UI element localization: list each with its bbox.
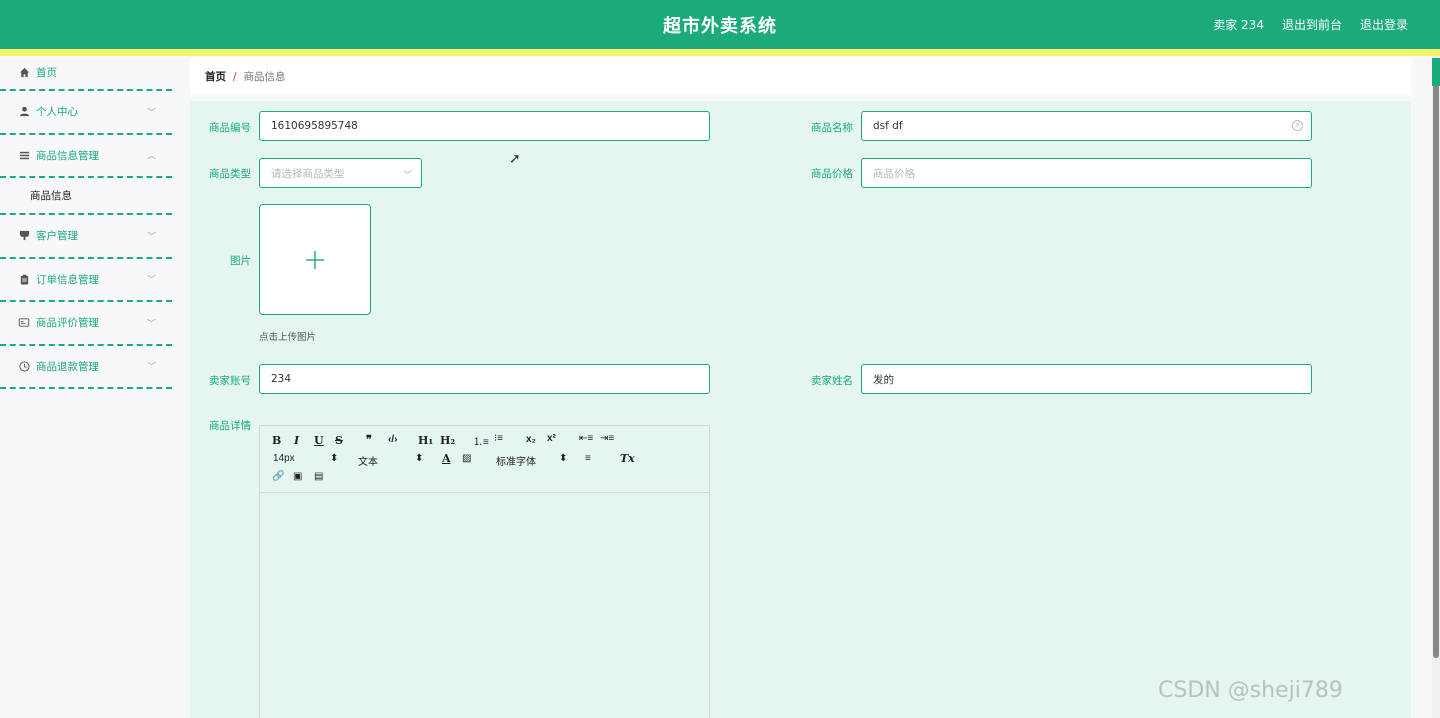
mouse-cursor-icon: ➚ (509, 151, 521, 167)
chevron-down-icon: ﹀ (146, 319, 156, 330)
product-name-label: 商品名称 (811, 122, 853, 134)
logout-link[interactable]: 退出登录 (1360, 16, 1408, 33)
outdent-icon[interactable]: ⇤≡ (579, 433, 593, 444)
chevron-down-icon: ﹀ (146, 362, 156, 373)
breadcrumb-home[interactable]: 首页 (205, 69, 226, 84)
chevron-down-icon: ﹀ (146, 108, 156, 119)
current-user: 卖家 234 (1213, 18, 1264, 32)
image-icon[interactable]: ▣ (293, 471, 302, 482)
sidebar-item-label: 商品信息管理 (36, 149, 99, 162)
page-scrollbar[interactable] (1432, 56, 1440, 718)
chevron-down-icon: ﹀ (146, 275, 156, 286)
sidebar-item-label: 订单信息管理 (36, 273, 99, 286)
sidebar-item-personal-center[interactable]: 个人中心 ﹀ (0, 91, 172, 135)
product-form: 商品编号 1610695895748 商品名称 dsf df ✕ 商品类型 请选… (190, 101, 1411, 718)
code-icon[interactable]: ‹/› (388, 434, 397, 445)
sidebar-item-label: 首页 (36, 67, 57, 79)
background-color-icon[interactable]: ▨ (462, 453, 471, 464)
sidebar-item-label: 商品评价管理 (36, 317, 99, 330)
subscript-icon[interactable]: x₂ (526, 434, 536, 445)
seller-name-label: 卖家姓名 (811, 375, 853, 387)
sidebar-item-label: 商品退款管理 (36, 360, 99, 373)
review-icon (18, 317, 30, 329)
scrollbar-grip[interactable] (1432, 58, 1440, 86)
font-color-icon[interactable]: A (442, 452, 451, 465)
product-price-label: 商品价格 (811, 168, 853, 180)
link-icon[interactable]: 🔗 (272, 471, 284, 482)
sidebar-item-refund-management[interactable]: 商品退款管理 ﹀ (0, 346, 172, 389)
editor-toolbar: B I U S ❞ ‹/› H₁ H₂ ⒈≡ ⁝≡ x₂ x² ⇤≡ ⇥≡ 14… (260, 426, 709, 493)
seller-account-input[interactable]: 234 (259, 364, 710, 394)
rich-text-editor: B I U S ❞ ‹/› H₁ H₂ ⒈≡ ⁝≡ x₂ x² ⇤≡ ⇥≡ 14… (259, 425, 710, 718)
indent-icon[interactable]: ⇥≡ (600, 433, 614, 444)
heading1-icon[interactable]: H₁ (418, 434, 433, 447)
underline-icon[interactable]: U (314, 434, 324, 447)
sidebar-item-home[interactable]: 首页 (0, 56, 172, 91)
breadcrumb-current: 商品信息 (243, 71, 286, 83)
sidebar-item-customer-management[interactable]: 客户管理 ﹀ (0, 215, 172, 259)
detail-label: 商品详情 (209, 420, 251, 432)
chevron-updown-icon: ⬍ (415, 453, 424, 464)
product-no-label: 商品编号 (209, 122, 251, 134)
product-type-label: 商品类型 (209, 168, 251, 180)
home-icon (18, 67, 30, 79)
font-size-select[interactable]: 14px (273, 453, 295, 464)
image-upload-button[interactable] (259, 204, 371, 315)
breadcrumb: 首页 / 商品信息 (190, 58, 1411, 95)
user-icon (18, 106, 30, 118)
header-actions: 卖家 234 退出到前台 退出登录 (1213, 16, 1408, 33)
product-name-input[interactable]: dsf df ✕ (861, 111, 1312, 141)
chevron-updown-icon: ⬍ (330, 453, 339, 464)
bullet-list-icon[interactable]: ⁝≡ (494, 433, 503, 444)
strikethrough-icon[interactable]: S (335, 434, 343, 447)
chevron-up-icon: ︿ (146, 151, 156, 162)
accent-bar (0, 49, 1440, 56)
top-header: 超市外卖系统 卖家 234 退出到前台 退出登录 (0, 0, 1440, 49)
editor-content-area[interactable] (260, 493, 709, 718)
product-no-input[interactable]: 1610695895748 (259, 111, 710, 141)
clear-format-icon[interactable]: Tx (620, 452, 635, 465)
sidebar-item-label: 个人中心 (36, 106, 78, 119)
sidebar-subitem-product-info[interactable]: 商品信息 (0, 178, 172, 215)
sidebar-item-review-management[interactable]: 商品评价管理 ﹀ (0, 302, 172, 346)
quote-icon[interactable]: ❞ (366, 433, 372, 446)
sidebar-item-product-management[interactable]: 商品信息管理 ︿ (0, 135, 172, 178)
watermark: CSDN @sheji789 (1158, 678, 1343, 703)
back-to-front-link[interactable]: 退出到前台 (1282, 16, 1342, 33)
superscript-icon[interactable]: x² (547, 433, 556, 444)
image-label: 图片 (230, 255, 251, 267)
chevron-down-icon: ﹀ (146, 232, 156, 243)
ordered-list-icon[interactable]: ⒈≡ (473, 433, 489, 448)
seller-account-label: 卖家账号 (209, 375, 251, 387)
product-type-placeholder: 请选择商品类型 (271, 167, 345, 180)
heading2-icon[interactable]: H₂ (440, 434, 455, 447)
clear-icon[interactable]: ✕ (1292, 120, 1303, 131)
product-price-input[interactable]: 商品价格 (861, 158, 1312, 188)
font-family-select[interactable]: 标准字体 (496, 453, 536, 468)
video-icon[interactable]: ▤ (314, 471, 323, 482)
seller-name-input[interactable]: 发的 (861, 364, 1312, 394)
sidebar-item-label: 客户管理 (36, 230, 78, 243)
menu-icon (18, 149, 30, 161)
breadcrumb-separator: / (233, 70, 237, 83)
align-icon[interactable]: ≡ (585, 453, 591, 464)
sidebar: 首页 个人中心 ﹀ 商品信息管理 ︿ 商品信息 客户管理 ﹀ 订单信息管理 ﹀ … (0, 56, 172, 718)
customer-icon (18, 230, 30, 242)
scrollbar-thumb[interactable] (1433, 58, 1439, 658)
clock-icon (18, 360, 30, 372)
chevron-down-icon: ﹀ (402, 171, 412, 181)
plus-icon (306, 250, 324, 269)
upload-tip: 点击上传图片 (259, 332, 317, 343)
product-type-select[interactable]: 请选择商品类型 ﹀ (259, 158, 422, 188)
bold-icon[interactable]: B (272, 434, 281, 447)
italic-icon[interactable]: I (294, 434, 299, 447)
product-name-value: dsf df (873, 120, 903, 132)
chevron-updown-icon: ⬍ (559, 453, 568, 464)
text-type-select[interactable]: 文本 (358, 453, 378, 468)
clipboard-icon (18, 273, 30, 285)
sidebar-item-order-management[interactable]: 订单信息管理 ﹀ (0, 259, 172, 302)
